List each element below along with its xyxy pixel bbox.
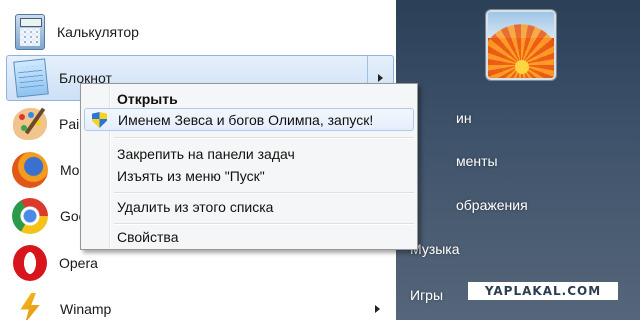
notepad-icon — [13, 58, 49, 98]
firefox-icon — [12, 152, 48, 188]
chevron-right-icon[interactable] — [375, 305, 380, 313]
menu-item-label: Изъять из меню "Пуск" — [117, 167, 265, 184]
program-label: Winamp — [60, 301, 112, 317]
menu-item-label: Открыть — [117, 90, 178, 107]
program-item-winamp[interactable]: Winamp — [6, 286, 394, 320]
menu-item-unpin-start[interactable]: Изъять из меню "Пуск" — [84, 164, 414, 187]
menu-item-label: Свойства — [117, 228, 179, 245]
menu-item-pin-taskbar[interactable]: Закрепить на панели задач — [84, 142, 414, 165]
program-label: Mo — [60, 162, 80, 178]
places-item-pictures[interactable]: ображения — [410, 197, 528, 213]
avatar-flower-center — [515, 60, 529, 74]
chevron-right-icon — [378, 74, 383, 82]
calculator-icon — [15, 14, 45, 50]
context-menu: Открыть Именем Зевса и богов Олимпа, зап… — [80, 83, 418, 250]
places-item-user-folder[interactable]: ин — [410, 110, 472, 126]
places-label: ображения — [456, 197, 528, 213]
menu-item-run-as-admin[interactable]: Именем Зевса и богов Олимпа, запуск! — [84, 108, 414, 131]
user-avatar[interactable] — [486, 10, 556, 80]
menu-item-label: Именем Зевса и богов Олимпа, запуск! — [118, 111, 374, 128]
places-label: ин — [456, 110, 472, 126]
places-label: Игры — [410, 287, 444, 303]
program-label: Opera — [59, 255, 98, 271]
menu-item-remove-from-list[interactable]: Удалить из этого списка — [84, 195, 414, 218]
uac-shield-icon — [92, 112, 107, 128]
menu-separator — [114, 192, 414, 194]
places-item-documents[interactable]: менты — [410, 153, 498, 169]
opera-icon — [13, 245, 47, 281]
paint-icon — [13, 108, 47, 140]
site-watermark: YAPLAKAL.COM — [468, 282, 618, 300]
chrome-icon — [12, 198, 48, 234]
program-item-calculator[interactable]: Калькулятор — [6, 9, 394, 55]
menu-item-label: Закрепить на панели задач — [117, 145, 295, 162]
menu-item-open[interactable]: Открыть — [84, 87, 414, 110]
menu-item-properties[interactable]: Свойства — [84, 225, 414, 248]
places-label: менты — [456, 153, 498, 169]
places-item-games[interactable]: Игры — [410, 287, 443, 303]
menu-item-label: Удалить из этого списка — [117, 198, 274, 215]
winamp-icon — [12, 291, 48, 320]
program-label: Калькулятор — [57, 24, 139, 40]
menu-separator — [114, 137, 414, 139]
